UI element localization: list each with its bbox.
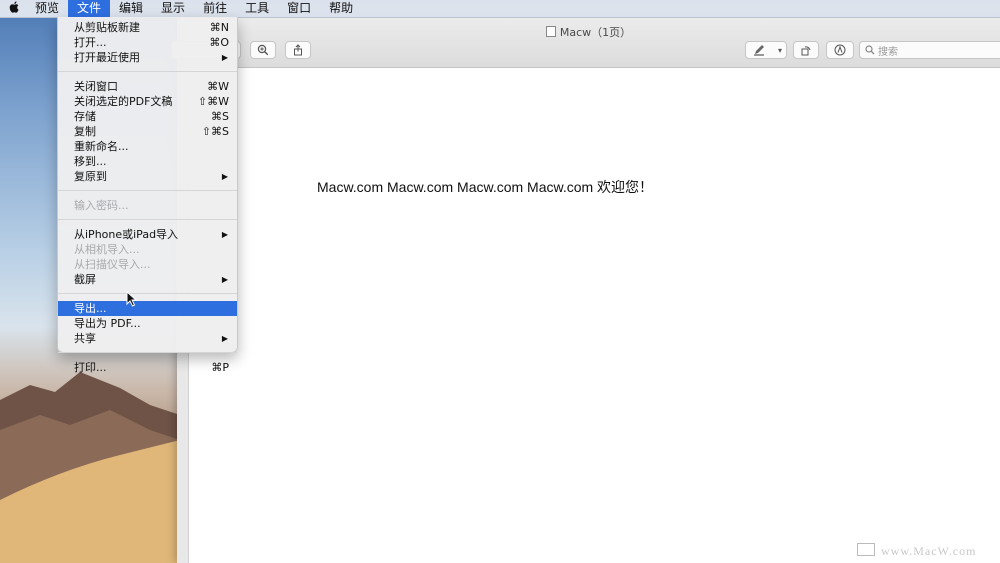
menu-separator (58, 352, 237, 353)
share-button[interactable] (285, 41, 311, 59)
menu-item-label: 输入密码... (74, 199, 129, 212)
document-icon (545, 26, 556, 37)
window-title-wrap: Macw（1页） (177, 24, 1000, 40)
zoom-in-icon (257, 44, 269, 56)
menu-item-label: 打开最近使用 (74, 51, 140, 64)
menu-separator (58, 190, 237, 191)
menu-go[interactable]: 前往 (194, 0, 236, 17)
menu-preview[interactable]: 预览 (26, 0, 68, 17)
menu-item-label: 从剪贴板新建 (74, 21, 140, 34)
document-text: Macw.com Macw.com Macw.com Macw.com 欢迎您！ (317, 179, 654, 195)
title-bar: Macw（1页） ▾ 搜索 (171, 17, 1000, 68)
menu-item[interactable]: 复制 ⇧⌘S (58, 124, 237, 139)
menu-item-shortcut: ⌘P (211, 361, 229, 374)
menu-item: 从扫描仪导入... (58, 257, 237, 272)
menu-item-label: 打印... (74, 361, 107, 374)
menu-item-label: 关闭窗口 (74, 80, 118, 93)
menu-item-label: 从扫描仪导入... (74, 258, 151, 271)
menu-item-shortcut: ⇧⌘S (201, 125, 229, 138)
menu-item[interactable]: 从剪贴板新建 ⌘N (58, 20, 237, 35)
menu-item[interactable]: 打印... ⌘P (58, 360, 237, 375)
zoom-in-button[interactable] (250, 41, 276, 59)
menu-item-label: 共享 (74, 332, 96, 345)
menu-item[interactable]: 共享 ▶ (58, 331, 237, 346)
menu-item-label: 复原到 (74, 170, 107, 183)
apple-logo-icon (9, 1, 19, 13)
menu-item-label: 存储 (74, 110, 96, 123)
window-title: Macw（1页） (559, 26, 632, 39)
search-input[interactable]: 搜索 (859, 41, 1000, 59)
apple-menu[interactable] (0, 0, 26, 17)
submenu-arrow-icon: ▶ (221, 275, 228, 284)
menu-item-shortcut: ⌘N (209, 21, 229, 34)
search-placeholder: 搜索 (878, 46, 898, 58)
menu-file[interactable]: 文件 (68, 0, 111, 17)
markup-icon (834, 44, 846, 56)
menu-bar: 预览 文件 编辑 显示 前往 工具 窗口 帮助 (0, 0, 1000, 18)
menu-item[interactable]: 关闭窗口 ⌘W (58, 79, 237, 94)
menu-item[interactable]: 导出... (58, 301, 237, 316)
rotate-button[interactable] (793, 41, 819, 59)
menu-item[interactable]: 关闭选定的PDF文稿 ⇧⌘W (58, 94, 237, 109)
watermark-text: www.MacW.com (881, 544, 977, 558)
menu-item: 从相机导入... (58, 242, 237, 257)
menu-item[interactable]: 复原到 ▶ (58, 169, 237, 184)
share-icon (294, 44, 302, 56)
menu-item-label: 关闭选定的PDF文稿 (74, 95, 173, 108)
menu-edit[interactable]: 编辑 (110, 0, 152, 17)
menu-item-label: 重新命名... (74, 140, 129, 153)
menu-item[interactable]: 存储 ⌘S (58, 109, 237, 124)
menu-item-shortcut: ⌘S (211, 110, 229, 123)
submenu-arrow-icon: ▶ (221, 334, 228, 343)
menu-item-label: 导出为 PDF... (74, 317, 141, 330)
menu-item[interactable]: 重新命名... (58, 139, 237, 154)
watermark-logo-icon (857, 543, 875, 556)
menu-item: 输入密码... (58, 198, 237, 213)
menu-item[interactable]: 截屏 ▶ (58, 272, 237, 287)
pen-icon (754, 45, 764, 56)
rotate-icon (801, 46, 811, 56)
menu-window[interactable]: 窗口 (278, 0, 320, 17)
menu-item[interactable]: 从iPhone或iPad导入 ▶ (58, 227, 237, 242)
submenu-arrow-icon: ▶ (221, 230, 228, 239)
menu-item-label: 从iPhone或iPad导入 (74, 228, 179, 241)
preview-window: Macw（1页） ▾ 搜索 Macw.com Macw.com Macw.com… (171, 17, 1000, 563)
menu-tools[interactable]: 工具 (236, 0, 278, 17)
file-menu: 从剪贴板新建 ⌘N 打开... ⌘O 打开最近使用 ▶ 关闭窗口 ⌘W 关闭选定的PDF文稿 ⇧⌘… (57, 17, 238, 374)
watermark: www.MacW.com (857, 543, 976, 559)
menu-separator (58, 219, 237, 220)
menu-item-shortcut: ⌘O (209, 36, 229, 49)
search-icon (865, 45, 875, 55)
menu-item[interactable]: 导出为 PDF... (58, 316, 237, 331)
menu-item-shortcut: ⌘W (207, 80, 229, 93)
menu-view[interactable]: 显示 (152, 0, 194, 17)
menu-item[interactable]: 打开最近使用 ▶ (58, 50, 237, 65)
menu-item-label: 移到... (74, 155, 107, 168)
submenu-arrow-icon: ▶ (221, 172, 228, 181)
menu-item-label: 导出... (74, 302, 107, 315)
submenu-arrow-icon: ▶ (221, 53, 228, 62)
menu-item-shortcut: ⇧⌘W (197, 95, 229, 108)
chevron-down-icon: ▾ (777, 45, 782, 55)
annotate-button[interactable] (826, 41, 854, 59)
menu-item[interactable]: 打开... ⌘O (58, 35, 237, 50)
menu-item-label: 复制 (74, 125, 96, 138)
menu-separator (58, 293, 237, 294)
menu-item[interactable]: 移到... (58, 154, 237, 169)
markup-pen-button[interactable]: ▾ (745, 41, 787, 59)
menu-help[interactable]: 帮助 (320, 0, 362, 17)
menu-item-label: 截屏 (74, 273, 96, 286)
menu-item-label: 从相机导入... (74, 243, 140, 256)
mouse-cursor-icon (126, 291, 138, 307)
menu-separator (58, 71, 237, 72)
menu-item-label: 打开... (74, 36, 107, 49)
